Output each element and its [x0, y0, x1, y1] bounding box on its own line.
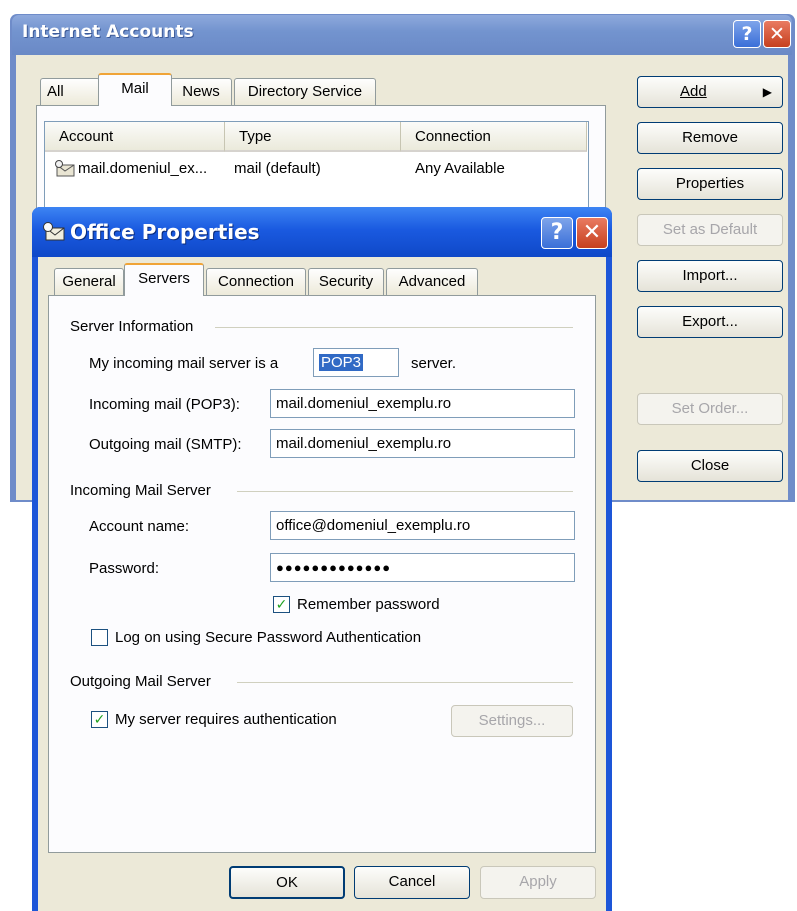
remove-button[interactable]: Remove [637, 122, 783, 154]
tab-servers-label: Servers [138, 270, 190, 287]
tab-all-label: All [47, 83, 64, 100]
incoming-mail-server-group-label: Incoming Mail Server [70, 482, 211, 499]
requires-authentication-label: My server requires authentication [115, 711, 337, 728]
set-order-button[interactable]: Set Order... [637, 393, 783, 425]
tab-servers[interactable]: Servers [124, 263, 204, 296]
tab-news[interactable]: News [170, 78, 232, 106]
add-button[interactable]: Add ▶ [637, 76, 783, 108]
tab-connection-label: Connection [218, 273, 294, 290]
password-label: Password: [89, 560, 160, 577]
group-divider [237, 491, 573, 492]
outgoing-mail-server-group-label: Outgoing Mail Server [70, 673, 211, 690]
tab-directory-service[interactable]: Directory Service [234, 78, 376, 106]
close-button[interactable]: Close [637, 450, 783, 482]
spa-checkbox[interactable] [91, 629, 108, 646]
account-name-input[interactable]: office@domeniul_exemplu.ro [270, 511, 575, 540]
tab-advanced[interactable]: Advanced [386, 268, 478, 296]
incoming-server-type-field[interactable]: POP3 [313, 348, 399, 377]
group-divider [237, 682, 573, 683]
import-button[interactable]: Import... [637, 260, 783, 292]
tab-security-label: Security [318, 273, 374, 290]
tab-connection[interactable]: Connection [206, 268, 306, 296]
tab-security[interactable]: Security [308, 268, 384, 296]
group-divider [215, 327, 573, 328]
tab-all[interactable]: All [40, 78, 100, 106]
office-properties-title: Office Properties [70, 220, 260, 244]
tab-news-label: News [182, 83, 220, 100]
tab-mail[interactable]: Mail [98, 73, 172, 106]
spa-label: Log on using Secure Password Authenticat… [115, 629, 422, 646]
server-information-group-label: Server Information [70, 318, 194, 335]
tab-general[interactable]: General [54, 268, 124, 296]
internet-accounts-title: Internet Accounts [22, 22, 194, 42]
mail-account-icon [55, 160, 75, 177]
tab-mail-label: Mail [121, 80, 149, 97]
account-connection-cell: Any Available [415, 160, 505, 177]
outgoing-mail-server-input[interactable]: mail.domeniul_exemplu.ro [270, 429, 575, 458]
incoming-mail-server-input[interactable]: mail.domeniul_exemplu.ro [270, 389, 575, 418]
ok-button[interactable]: OK [229, 866, 345, 899]
apply-button[interactable]: Apply [480, 866, 596, 899]
export-button[interactable]: Export... [637, 306, 783, 338]
outgoing-mail-label: Outgoing mail (SMTP): [89, 436, 242, 453]
close-icon[interactable]: ✕ [576, 217, 608, 249]
incoming-server-type-value: POP3 [319, 354, 364, 371]
set-as-default-button[interactable]: Set as Default [637, 214, 783, 246]
mail-account-icon [43, 222, 65, 241]
arrow-right-icon: ▶ [762, 85, 772, 99]
help-icon[interactable]: ? [541, 217, 573, 249]
account-row[interactable]: mail.domeniul_ex... mail (default) Any A… [50, 157, 585, 181]
cancel-button[interactable]: Cancel [354, 866, 470, 899]
incoming-mail-label: Incoming mail (POP3): [89, 396, 240, 413]
tab-advanced-label: Advanced [398, 273, 466, 290]
tab-directory-service-label: Directory Service [247, 83, 363, 100]
requires-authentication-checkbox[interactable]: ✓ [91, 711, 108, 728]
remember-password-label: Remember password [297, 596, 440, 613]
password-input[interactable]: ●●●●●●●●●●●●● [270, 553, 575, 582]
account-name-label: Account name: [89, 518, 190, 535]
add-button-label: Add [680, 83, 707, 100]
column-header-account[interactable]: Account [45, 122, 225, 152]
properties-button[interactable]: Properties [637, 168, 783, 200]
help-icon[interactable]: ? [733, 20, 761, 48]
column-header-type[interactable]: Type [225, 122, 401, 152]
column-header-connection[interactable]: Connection [401, 122, 587, 152]
account-name-cell: mail.domeniul_ex... [78, 160, 208, 177]
tab-general-label: General [62, 273, 116, 290]
settings-button[interactable]: Settings... [451, 705, 573, 737]
incoming-type-suffix: server. [411, 355, 457, 372]
account-type-cell: mail (default) [234, 160, 321, 177]
close-icon[interactable]: ✕ [763, 20, 791, 48]
remember-password-checkbox[interactable]: ✓ [273, 596, 290, 613]
incoming-type-prefix: My incoming mail server is a [89, 355, 279, 372]
